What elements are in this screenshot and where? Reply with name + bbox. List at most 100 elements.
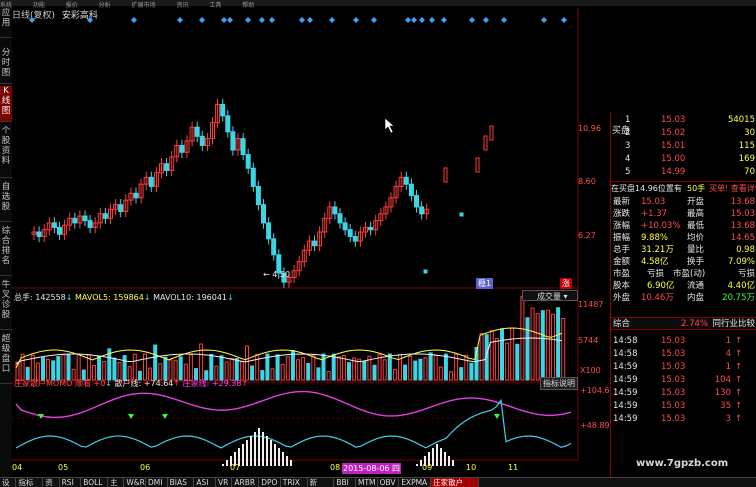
candle-body [245, 154, 251, 169]
stat-label: 外盘 [613, 293, 631, 303]
indicator-tab-bar: 设置指标平台资金RSIBOLL主力W&RDMIBIASASIVRARBRDPOT… [0, 477, 756, 487]
buy-row[interactable]: 5 14.99 70 [611, 166, 756, 179]
volume-bar [515, 343, 520, 381]
indicator-tab[interactable]: DPO [259, 478, 281, 487]
compare-link[interactable]: 同行业比较 [712, 318, 755, 331]
volume-bar [347, 362, 351, 381]
x-tick: 06 [140, 463, 151, 472]
tab-ranking[interactable]: 综合排名 [0, 226, 12, 276]
candle-body [199, 135, 205, 146]
compare-label: 综合 [613, 319, 631, 329]
indicator-tab[interactable]: BBI [334, 478, 356, 487]
volume-bar [331, 353, 336, 381]
signal-diamond-icon [29, 17, 35, 23]
indicator-tab[interactable]: 设置 [0, 478, 17, 487]
buy-volume: 70 [744, 167, 755, 177]
tick-time: 14:59 [613, 375, 638, 385]
volume-bar [168, 359, 173, 381]
tab-watchlist[interactable]: 自选股 [0, 182, 12, 222]
volume-bar [505, 342, 510, 381]
indicator-tab[interactable]: EXPMA [399, 478, 432, 487]
indicator-tab[interactable]: BOLL [81, 478, 108, 487]
candle-body [225, 115, 231, 133]
tick-volume: 35 [720, 401, 731, 411]
candle-body [72, 217, 78, 224]
volume-bar [229, 357, 234, 381]
indicator-tab[interactable]: DMI [146, 478, 168, 487]
industry-compare[interactable]: 综合 2.74% 同行业比较 [611, 317, 756, 330]
momo-histogram-bar [444, 452, 446, 466]
volume-bar [413, 360, 418, 381]
volume-bar [535, 313, 540, 381]
buy-row[interactable]: 3 15.01 115 [611, 140, 756, 153]
indicator-tab[interactable]: 新DMA [308, 478, 335, 487]
menu-bar: 系统 功能 报价 分析 扩展市场 资讯 工具 帮助 [0, 0, 756, 9]
momo-name: 庄家散户MOMO 顺看 [14, 379, 91, 388]
buy-row[interactable]: 1 15.03 54015 [611, 114, 756, 127]
buy-row[interactable]: 2 15.02 30 [611, 127, 756, 140]
indicator-tab[interactable]: TRIX [281, 478, 308, 487]
indicator-tab[interactable]: RSI [60, 478, 82, 487]
indicator-tab[interactable]: ARBR [232, 478, 260, 487]
tick-time: 14:59 [613, 401, 638, 411]
tick-price: 15.03 [661, 349, 686, 359]
volume-bar [545, 309, 550, 381]
candle-body [87, 220, 93, 228]
tick-row: 14:59 15.03 104 ↑ [611, 374, 756, 387]
volume-bar [316, 367, 321, 381]
indicator-tab[interactable]: MTM [356, 478, 378, 487]
volume-bar [326, 371, 331, 381]
indicator-tab[interactable]: W&R [124, 478, 146, 487]
signal-diamond-icon [259, 17, 265, 23]
buy-level: 1 [625, 115, 631, 125]
stable-badge[interactable]: 稳1 [476, 278, 494, 289]
up-badge[interactable]: 涨 [560, 278, 572, 289]
momo-histogram-bar [262, 432, 264, 466]
indicator-help-button[interactable]: 指标说明 [540, 377, 578, 390]
tab-diagnosis[interactable]: 牛叉诊股 [0, 280, 12, 330]
order-alert-link[interactable]: 买单! 查看详情 [709, 182, 756, 195]
date-marker: 2015-08-06 四 [342, 463, 402, 474]
indicator-tab[interactable]: 资金 [43, 478, 60, 487]
signal-diamond-icon [411, 17, 417, 23]
price-tick: 10.96 [578, 124, 601, 133]
kline-chart[interactable] [12, 8, 610, 477]
signal-diamond-icon [177, 17, 183, 23]
signal-diamond-icon [353, 17, 359, 23]
signal-diamond-icon [131, 17, 137, 23]
volume-bar [403, 364, 408, 381]
momo-histogram-bar [290, 460, 292, 466]
volume-bar [260, 370, 265, 381]
indicator-tab[interactable]: 庄家散户MOMO [431, 478, 479, 487]
price-tick: 6.27 [578, 231, 596, 240]
tab-apps[interactable]: 应用 [0, 8, 12, 38]
tab-kline[interactable]: K线图 [0, 86, 12, 122]
order-alert-volume: 50手 [687, 184, 706, 193]
indicator-tab[interactable]: BIAS [168, 478, 195, 487]
volume-bar [479, 333, 484, 381]
signal-diamond-icon [199, 17, 205, 23]
tab-handicap[interactable]: 超级盘口 [0, 334, 12, 384]
tick-price: 15.03 [661, 375, 686, 385]
tab-profile[interactable]: 个股资料 [0, 126, 12, 178]
indicator-dropdown[interactable]: 成交量 ▾ [522, 290, 578, 301]
stat-label: 内盘 [687, 293, 705, 303]
volume-bar [530, 307, 535, 381]
volume-bar [132, 353, 137, 381]
tick-volume: 104 [714, 375, 731, 385]
indicator-tab[interactable]: OBV [378, 478, 400, 487]
indicator-tab[interactable]: ASI [194, 478, 216, 487]
momo-histogram-bar [416, 464, 418, 466]
buy-row[interactable]: 4 15.00 169 [611, 153, 756, 166]
indicator-tab[interactable]: VR [216, 478, 233, 487]
order-alert[interactable]: 在买盘14.96位置有 50手 买单! 查看详情 [611, 181, 756, 194]
volume-bar [76, 353, 81, 381]
candle-body [82, 215, 88, 222]
tick-time: 14:58 [613, 349, 638, 359]
volume-bar [423, 357, 428, 381]
signal-diamond-icon [405, 17, 411, 23]
indicator-tab[interactable]: 主力 [108, 478, 125, 487]
tab-intraday[interactable]: 分时图 [0, 48, 12, 84]
volume-bar [61, 354, 66, 381]
indicator-tab[interactable]: 指标平台 [16, 478, 44, 487]
